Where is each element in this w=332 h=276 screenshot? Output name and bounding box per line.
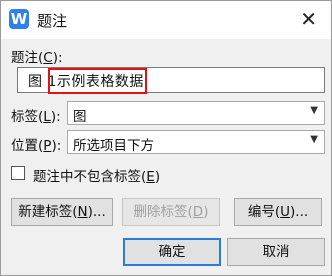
exclude-label-text[interactable]: 题注中不包含标签(E) bbox=[33, 165, 160, 185]
numbering-button[interactable]: 编号(U)... bbox=[234, 198, 322, 226]
tag-select-value: 图 bbox=[73, 109, 87, 125]
new-tag-button[interactable]: 新建标签(N)... bbox=[11, 198, 113, 226]
caption-label: 题注(C): bbox=[11, 50, 63, 66]
dialog-title: 题注 bbox=[37, 12, 68, 30]
title-bar: W 题注 ✕ bbox=[1, 1, 331, 39]
close-icon[interactable]: ✕ bbox=[300, 7, 317, 31]
cancel-button[interactable]: 取消 bbox=[227, 238, 325, 266]
wps-app-icon: W bbox=[9, 9, 29, 29]
highlight-box bbox=[48, 68, 147, 94]
position-select[interactable]: 所选项目下方 ▼ bbox=[67, 130, 325, 154]
tag-label: 标签(L): bbox=[11, 109, 61, 125]
position-label: 位置(P): bbox=[11, 138, 62, 154]
caption-dialog: W 题注 ✕ 题注(C): 图 1示例表格数据 标签(L): 图 ▼ 位置(P)… bbox=[0, 0, 332, 276]
tag-select[interactable]: 图 ▼ bbox=[67, 101, 325, 125]
delete-tag-button[interactable]: 删除标签(D) bbox=[122, 198, 220, 226]
dropdown-arrow-icon: ▼ bbox=[310, 134, 318, 145]
dropdown-arrow-icon: ▼ bbox=[310, 105, 318, 116]
exclude-label-checkbox[interactable] bbox=[11, 166, 25, 180]
position-select-value: 所选项目下方 bbox=[73, 138, 154, 154]
ok-button[interactable]: 确定 bbox=[123, 238, 221, 266]
